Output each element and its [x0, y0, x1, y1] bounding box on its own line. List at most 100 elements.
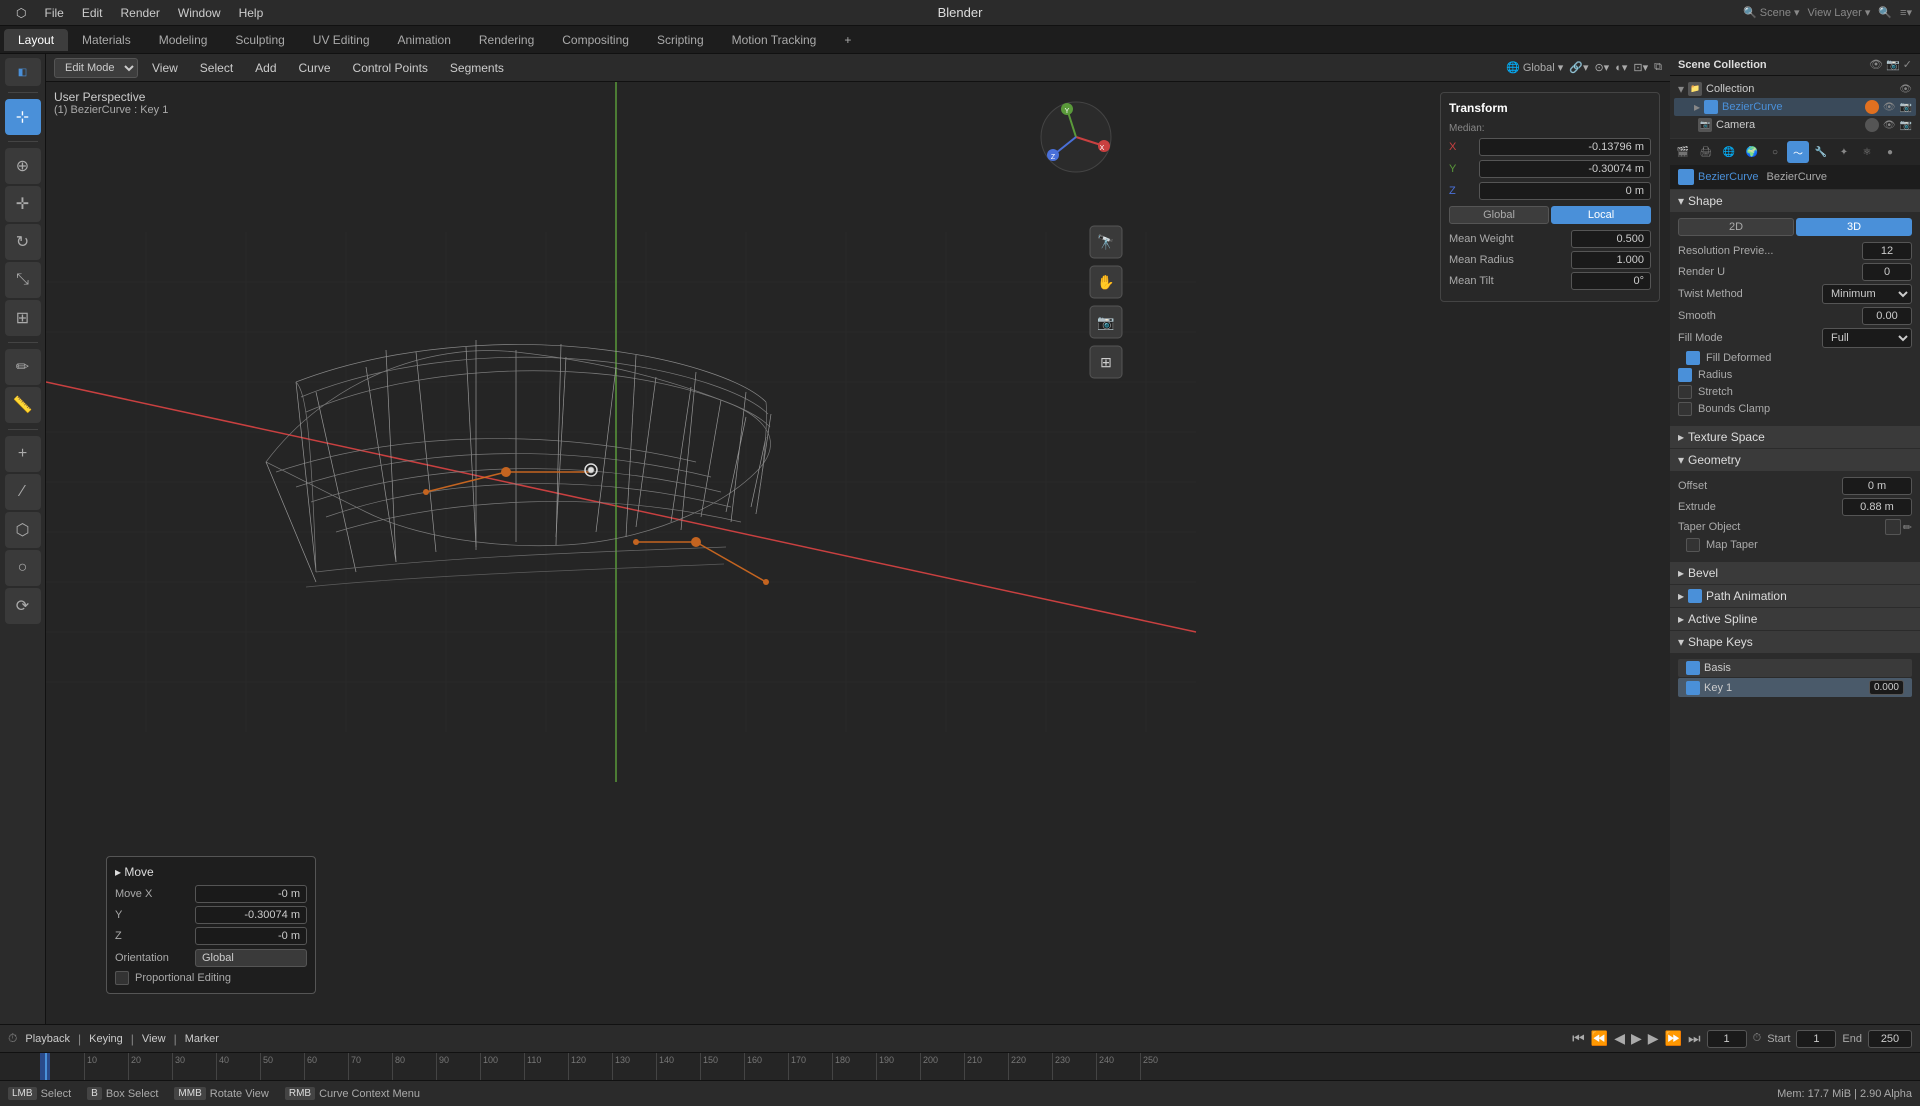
select-tool[interactable]: ⊹ [5, 99, 41, 135]
collection-vis-icon[interactable]: 👁 [1899, 84, 1912, 95]
current-frame[interactable]: 1 [1707, 1030, 1747, 1048]
mode-selector-icon[interactable]: ◧ [5, 58, 41, 86]
tab-rendering[interactable]: Rendering [465, 29, 548, 51]
cursor-tool[interactable]: ⊕ [5, 148, 41, 184]
move-z-value[interactable]: -0 m [195, 927, 307, 945]
z-value[interactable]: 0 m [1479, 182, 1651, 200]
stretch-check[interactable] [1678, 385, 1692, 399]
orientation-value[interactable]: Global [195, 949, 307, 967]
filter-icon[interactable]: ≡▾ [1900, 6, 1912, 19]
menu-window[interactable]: Window [170, 4, 229, 22]
taper-object-swatch[interactable] [1885, 519, 1901, 535]
move-x-value[interactable]: -0 m [195, 885, 307, 903]
prop-tab-physics[interactable]: ⚛ [1856, 141, 1878, 163]
proportional-checkbox[interactable] [115, 971, 129, 985]
xray-toggle[interactable]: ⧉ [1654, 61, 1662, 74]
menu-help[interactable]: Help [231, 4, 272, 22]
snap-select[interactable]: 🔗▾ [1569, 61, 1588, 74]
fill-deformed-check[interactable] [1686, 351, 1700, 365]
segments-menu[interactable]: Segments [442, 59, 512, 77]
prop-tab-world[interactable]: 🌍 [1741, 141, 1763, 163]
radius-tool[interactable]: ○ [5, 550, 41, 586]
tab-scripting[interactable]: Scripting [643, 29, 718, 51]
rotate-tool[interactable]: ↻ [5, 224, 41, 260]
tab-add[interactable]: + [830, 29, 865, 51]
path-animation-check[interactable] [1688, 589, 1702, 603]
tab-materials[interactable]: Materials [68, 29, 145, 51]
orientation-select[interactable]: 🌐 Global ▾ [1506, 61, 1563, 74]
camera-item[interactable]: 📷 Camera 👁 📷 [1674, 116, 1916, 134]
tab-uv-editing[interactable]: UV Editing [299, 29, 384, 51]
move-tool[interactable]: ✛ [5, 186, 41, 222]
transform-tool[interactable]: ⊞ [5, 300, 41, 336]
next-frame-btn[interactable]: ⏩ [1665, 1030, 1682, 1047]
proportional-edit[interactable]: ⊙▾ [1594, 61, 1609, 74]
mean-weight-value[interactable]: 0.500 [1571, 230, 1651, 248]
camera-vis-icon[interactable]: 👁 [1883, 120, 1896, 131]
path-animation-header[interactable]: ▸ Path Animation [1670, 585, 1920, 607]
x-value[interactable]: -0.13796 m [1479, 138, 1651, 156]
geometry-header[interactable]: ▾ Geometry [1670, 449, 1920, 471]
menu-render[interactable]: Render [113, 4, 168, 22]
tab-modeling[interactable]: Modeling [145, 29, 222, 51]
res-preview-value[interactable]: 12 [1862, 242, 1912, 260]
shape-keys-header[interactable]: ▾ Shape Keys [1670, 631, 1920, 653]
smooth-value[interactable]: 0.00 [1862, 307, 1912, 325]
view-label[interactable]: View [142, 1033, 166, 1045]
bevel-header[interactable]: ▸ Bevel [1670, 562, 1920, 584]
active-spline-header[interactable]: ▸ Active Spline [1670, 608, 1920, 630]
viewport-canvas[interactable]: X Y Z 🔭 ✋ [46, 82, 1670, 1024]
shape-key-key1[interactable]: Key 1 0.000 [1678, 678, 1912, 697]
extrude-tool[interactable]: ⬡ [5, 512, 41, 548]
y-value[interactable]: -0.30074 m [1479, 160, 1651, 178]
twist-method-select[interactable]: Minimum [1822, 284, 1912, 304]
shading-selector[interactable]: ◐▾ [1615, 61, 1627, 74]
local-btn[interactable]: Local [1551, 206, 1651, 224]
bezier-curve-item[interactable]: ▸ BezierCurve 👁 📷 [1674, 98, 1916, 116]
prev-frame-btn[interactable]: ⏪ [1591, 1030, 1608, 1047]
prop-tab-object[interactable]: ○ [1764, 141, 1786, 163]
shape-header[interactable]: ▾ Shape [1670, 190, 1920, 212]
add-menu[interactable]: Add [247, 59, 284, 77]
tab-animation[interactable]: Animation [384, 29, 465, 51]
scene-selector[interactable]: 🔍 Scene ▾ [1743, 6, 1800, 19]
start-frame[interactable]: 1 [1796, 1030, 1836, 1048]
fill-mode-select[interactable]: Full [1822, 328, 1912, 348]
view-menu[interactable]: View [144, 59, 186, 77]
control-points-menu[interactable]: Control Points [345, 59, 436, 77]
keying-label[interactable]: Keying [89, 1033, 123, 1045]
radius-check[interactable] [1678, 368, 1692, 382]
tab-motion-tracking[interactable]: Motion Tracking [718, 29, 831, 51]
bounds-clamp-check[interactable] [1678, 402, 1692, 416]
measure-tool[interactable]: 📏 [5, 387, 41, 423]
tab-compositing[interactable]: Compositing [548, 29, 643, 51]
tilt-tool[interactable]: ⟳ [5, 588, 41, 624]
add-tool[interactable]: + [5, 436, 41, 472]
prop-tab-modifier[interactable]: 🔧 [1810, 141, 1832, 163]
taper-edit-icon[interactable]: ✏ [1903, 521, 1912, 534]
camera-render-icon[interactable]: 📷 [1900, 120, 1912, 131]
prop-tab-particles[interactable]: ✦ [1833, 141, 1855, 163]
skip-end-btn[interactable]: ⏭ [1688, 1030, 1701, 1047]
next-keyframe-btn[interactable]: ▶ [1648, 1030, 1659, 1047]
bezier-render-icon[interactable]: 📷 [1900, 102, 1912, 113]
tab-layout[interactable]: Layout [4, 29, 68, 51]
prop-tab-material[interactable]: ● [1879, 141, 1901, 163]
overlay-selector[interactable]: ⊡▾ [1633, 61, 1648, 74]
end-frame[interactable]: 250 [1868, 1030, 1912, 1048]
prop-tab-output[interactable]: 🖨 [1695, 141, 1717, 163]
blender-logo[interactable]: ⬡ [8, 4, 34, 22]
texture-space-header[interactable]: ▸ Texture Space [1670, 426, 1920, 448]
select-menu[interactable]: Select [192, 59, 241, 77]
tab-sculpting[interactable]: Sculpting [221, 29, 298, 51]
key1-value[interactable]: 0.000 [1869, 680, 1904, 695]
map-taper-check[interactable] [1686, 538, 1700, 552]
extrude-value[interactable]: 0.88 m [1842, 498, 1912, 516]
scale-tool[interactable]: ⤡ [5, 262, 41, 298]
render-u-value[interactable]: 0 [1862, 263, 1912, 281]
play-btn[interactable]: ▶ [1631, 1030, 1642, 1047]
prev-keyframe-btn[interactable]: ◀ [1614, 1030, 1625, 1047]
global-btn[interactable]: Global [1449, 206, 1549, 224]
shape-key-basis[interactable]: Basis [1678, 659, 1912, 677]
shape-3d-btn[interactable]: 3D [1796, 218, 1912, 236]
